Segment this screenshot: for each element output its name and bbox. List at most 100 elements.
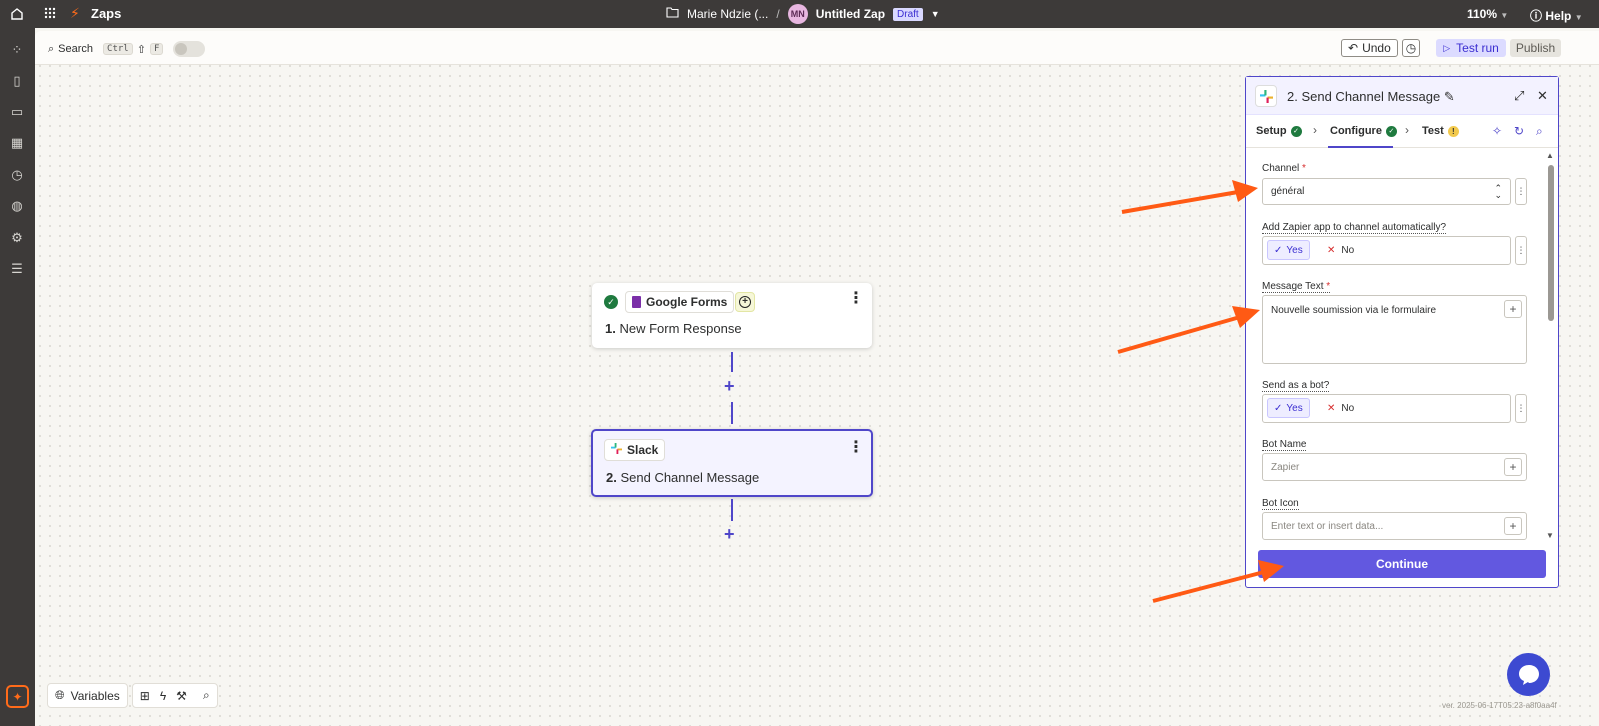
add-app-toggle-group: ✓ Yes ✕ No	[1262, 236, 1511, 265]
channel-label: Channel *	[1262, 163, 1306, 174]
refresh-icon[interactable]: ↻	[1514, 124, 1524, 138]
bot-icon-label: Bot Icon	[1262, 498, 1299, 510]
expand-icon[interactable]: ⤢	[1514, 88, 1524, 104]
insert-data-button[interactable]: +	[1504, 300, 1522, 318]
send-as-bot-more-options[interactable]: ⋮	[1515, 394, 1527, 423]
edit-pencil-icon[interactable]: ✎	[1444, 89, 1455, 104]
zaps-bolt-icon: ⚡	[70, 5, 80, 21]
chevron-right-icon: ›	[1405, 123, 1409, 137]
zoom-level[interactable]: 110% ▼	[1467, 7, 1508, 21]
x-icon: ✕	[1327, 244, 1336, 256]
add-app-yes-button[interactable]: ✓ Yes	[1267, 240, 1310, 260]
history-icon[interactable]: ◷	[9, 167, 25, 183]
add-app-more-options[interactable]: ⋮	[1515, 236, 1527, 265]
insert-data-button[interactable]: +	[1504, 517, 1522, 535]
panel-header: 2. Send Channel Message ✎ ⤢ ✕	[1246, 77, 1558, 115]
play-icon: ▷	[1443, 42, 1451, 53]
scroll-up-icon[interactable]: ▲	[1546, 151, 1554, 160]
add-apps-icon[interactable]: ⊞	[140, 689, 150, 703]
bolt-icon[interactable]: ϟ	[160, 689, 166, 703]
status-badge: Draft	[893, 7, 923, 21]
search-label: Search	[58, 43, 94, 55]
bot-name-label: Bot Name	[1262, 439, 1307, 451]
check-icon: ✓	[1290, 125, 1302, 137]
apps-grid-icon[interactable]	[44, 7, 58, 21]
close-icon[interactable]: ✕	[1537, 88, 1548, 104]
calendar-icon[interactable]: ▦	[9, 135, 25, 151]
shortcut-key: F	[149, 43, 164, 55]
scroll-down-icon[interactable]: ▼	[1546, 531, 1554, 540]
app-name: Slack	[627, 443, 659, 457]
ai-sparkle-icon[interactable]: ✧	[1492, 124, 1502, 138]
app-chip-slack[interactable]: Slack	[604, 439, 666, 461]
message-label: Message Text *	[1262, 281, 1331, 293]
continue-button[interactable]: Continue	[1258, 550, 1546, 578]
zap-name[interactable]: Untitled Zap	[816, 7, 885, 21]
layers-icon[interactable]: ☰	[9, 261, 25, 277]
test-run-button[interactable]: ▷ Test run	[1436, 39, 1506, 57]
add-step-icon[interactable]: +	[724, 376, 735, 397]
step-card-action[interactable]: Slack ⋮ 2. Send Channel Message	[591, 429, 873, 497]
version-text: ver. 2025-06-17T05:23-a8f0aa4f	[1442, 701, 1557, 710]
test-run-label: Test run	[1456, 41, 1499, 55]
apps-icon[interactable]: ⁘	[9, 42, 25, 58]
settings-icon[interactable]: ⚙	[9, 230, 25, 246]
breadcrumb-separator: /	[776, 7, 780, 21]
step-card-trigger[interactable]: ✓ Google Forms + ⋮ 1. New Form Response	[592, 283, 872, 348]
chat-support-button[interactable]	[1507, 653, 1550, 696]
tab-configure[interactable]: Configure ✓	[1330, 125, 1397, 137]
avatar[interactable]: MN	[787, 4, 808, 24]
publish-button[interactable]: Publish	[1509, 39, 1562, 57]
canvas-tools: ⊞ ϟ ⚒ ⌕	[131, 683, 218, 708]
add-app-no-button[interactable]: ✕ No	[1327, 240, 1354, 260]
bot-icon-input[interactable]: Enter text or insert data...	[1262, 512, 1527, 540]
bot-name-input[interactable]: Zapier	[1262, 453, 1527, 481]
top-bar: ⚡ Zaps Marie Ndzie (... / MN Untitled Za…	[0, 0, 1599, 28]
canvas-toggle[interactable]	[173, 41, 206, 57]
send-as-bot-yes-button[interactable]: ✓ Yes	[1267, 398, 1310, 418]
more-options-icon[interactable]: ⋮	[848, 440, 864, 456]
shortcut-shift-key: ⇧	[136, 43, 146, 56]
help-menu[interactable]: ⓘ Help ▼	[1530, 7, 1583, 24]
send-as-bot-no-button[interactable]: ✕ No	[1327, 398, 1354, 418]
add-app-button[interactable]: +	[735, 292, 755, 312]
tab-test[interactable]: Test!	[1422, 125, 1459, 137]
message-textarea[interactable]: Nouvelle soumission via le formulaire	[1262, 295, 1527, 364]
breadcrumb: Marie Ndzie (... / MN Untitled Zap Draft…	[666, 4, 940, 24]
more-options-icon[interactable]: ⋮	[848, 291, 864, 307]
undo-icon: ↶	[1348, 41, 1359, 55]
tab-setup[interactable]: Setup ✓	[1256, 125, 1302, 137]
file-icon[interactable]: ▯	[9, 73, 25, 89]
panel-scrollbar[interactable]: ▲ ▼	[1545, 151, 1555, 541]
help-icon: ⓘ	[1530, 9, 1543, 23]
activity-icon[interactable]: ◍	[9, 198, 25, 214]
connector-line	[731, 499, 733, 521]
publish-label: Publish	[1515, 41, 1556, 55]
wrench-icon[interactable]: ⚒	[176, 689, 187, 703]
scrollbar-thumb[interactable]	[1548, 165, 1554, 321]
channel-more-options[interactable]: ⋮	[1515, 178, 1527, 205]
app-name[interactable]: Zaps	[91, 6, 121, 21]
comment-icon[interactable]: ▭	[9, 104, 25, 120]
home-icon[interactable]	[7, 4, 27, 24]
variables-button[interactable]: 🌐︎ Variables	[47, 683, 128, 708]
step-title: 2. Send Channel Message	[606, 470, 760, 485]
shortcut-key: Ctrl	[103, 43, 133, 55]
add-app-label: Add Zapier app to channel automatically?	[1262, 222, 1447, 234]
insert-data-button[interactable]: +	[1504, 458, 1522, 476]
panel-tabs: Setup ✓ › Configure ✓ › Test! ✧ ↻ ⌕	[1246, 115, 1558, 148]
folder-name[interactable]: Marie Ndzie (...	[687, 7, 768, 21]
app-chip-google-forms[interactable]: Google Forms	[625, 291, 735, 313]
add-step-icon[interactable]: +	[724, 524, 735, 545]
search-button[interactable]: ⌕ Search Ctrl ⇧ F	[48, 41, 206, 57]
panel-title[interactable]: 2. Send Channel Message ✎	[1287, 89, 1455, 105]
copilot-icon[interactable]: ✦	[6, 685, 29, 708]
search-icon[interactable]: ⌕	[203, 688, 210, 703]
chevron-down-icon[interactable]: ▼	[931, 9, 940, 19]
undo-button[interactable]: ↶ Undo	[1341, 39, 1398, 57]
history-button[interactable]: ◷	[1401, 39, 1421, 57]
chevron-right-icon: ›	[1313, 123, 1317, 137]
chat-bubble-icon	[1518, 664, 1539, 685]
search-icon[interactable]: ⌕	[1536, 124, 1543, 139]
channel-select[interactable]: général ⌃ ⌄	[1262, 178, 1511, 205]
